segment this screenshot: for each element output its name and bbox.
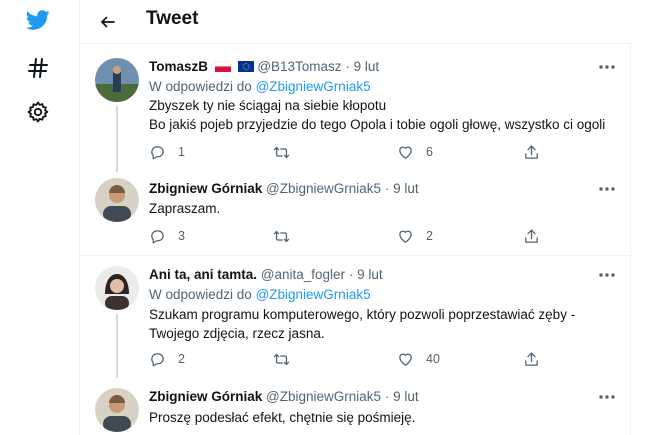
reply-icon (151, 229, 164, 244)
separator-dot: · (384, 389, 390, 404)
tweet-date[interactable]: 9 lut (357, 267, 383, 282)
reply-prefix: W odpowiedzi do (149, 79, 252, 94)
reply-button[interactable]: 1 (149, 142, 185, 162)
twitter-logo-icon[interactable] (22, 4, 54, 36)
reply-icon (151, 145, 164, 160)
author-handle[interactable]: @B13Tomasz (257, 59, 341, 74)
more-dots-icon (599, 273, 615, 277)
more-dots-icon (599, 395, 615, 399)
reply-context: W odpowiedzi do @ZbigniewGrniak5 (149, 286, 371, 304)
separator-dot: · (384, 181, 390, 196)
thread-line (116, 106, 118, 172)
tweet-text: Zapraszam. (149, 199, 619, 218)
tweet-date[interactable]: 9 lut (393, 181, 419, 196)
tweet-4[interactable]: Zbigniew Górniak @ZbigniewGrniak5 · 9 lu… (80, 378, 632, 435)
separator-dot: · (345, 59, 350, 74)
like-count: 2 (426, 229, 433, 243)
reply-count: 1 (178, 145, 185, 159)
eu-flag-icon (237, 61, 254, 72)
more-dots-icon (599, 65, 615, 69)
tweet-header: Ani ta, ani tamta. @anita_fogler · 9 lut (149, 266, 383, 284)
share-button[interactable] (523, 349, 540, 369)
tweet-text: Zbyszek ty nie ściągaj na siebie kłopotu… (149, 96, 619, 134)
heart-icon (399, 353, 412, 366)
avatar[interactable] (95, 58, 139, 102)
tweet-text-line: Zapraszam. (149, 201, 221, 216)
separator-dot: · (348, 267, 354, 282)
more-options-button[interactable] (596, 180, 618, 198)
author-name[interactable]: TomaszB (149, 59, 208, 74)
reply-count: 3 (178, 229, 185, 243)
tweet-text-line: Zbyszek ty nie ściągaj na siebie kłopotu (149, 98, 387, 113)
like-button[interactable]: 40 (397, 349, 440, 369)
thread-line (116, 314, 118, 378)
reply-button[interactable]: 2 (149, 349, 185, 369)
timeline-column: Tweet TomaszB @B13Tomasz · 9 lut W odpow… (79, 0, 632, 435)
tweet-text-line: Twojego zdjęcia, rzecz jasna. (149, 326, 325, 341)
left-navigation (0, 0, 78, 435)
author-handle[interactable]: @ZbigniewGrniak5 (266, 389, 381, 404)
author-name[interactable]: Zbigniew Górniak (149, 389, 262, 404)
more-options-button[interactable] (596, 388, 618, 406)
page-title: Tweet (146, 8, 199, 29)
tweet-date[interactable]: 9 lut (354, 59, 380, 74)
reply-count: 2 (178, 352, 185, 366)
tweet-actions: 3 2 (149, 226, 609, 246)
avatar[interactable] (95, 266, 139, 310)
like-count: 40 (426, 352, 440, 366)
tweet-date[interactable]: 9 lut (393, 389, 419, 404)
author-name[interactable]: Zbigniew Górniak (149, 181, 262, 196)
tweet-text-line: Bo jakiś pojeb przyjedzie do tego Opola … (149, 117, 606, 132)
reply-context: W odpowiedzi do @ZbigniewGrniak5 (149, 78, 371, 96)
tweet-actions: 1 6 (149, 142, 609, 162)
reply-mention-link[interactable]: @ZbigniewGrniak5 (256, 79, 371, 94)
tweet-header: Zbigniew Górniak @ZbigniewGrniak5 · 9 lu… (149, 180, 419, 198)
avatar[interactable] (95, 388, 139, 432)
gear-icon[interactable] (22, 96, 54, 128)
back-button[interactable] (92, 6, 124, 38)
reply-prefix: W odpowiedzi do (149, 287, 252, 302)
reply-mention-link[interactable]: @ZbigniewGrniak5 (256, 287, 371, 302)
tweet-text-line: Szukam programu komputerowego, który poz… (149, 307, 576, 322)
heart-icon (399, 230, 412, 243)
author-handle[interactable]: @ZbigniewGrniak5 (266, 181, 381, 196)
tweet-2[interactable]: Zbigniew Górniak @ZbigniewGrniak5 · 9 lu… (80, 172, 632, 256)
reply-button[interactable]: 3 (149, 226, 185, 246)
tweet-header: Zbigniew Górniak @ZbigniewGrniak5 · 9 lu… (149, 388, 419, 406)
tweet-actions: 2 40 (149, 349, 609, 369)
like-button[interactable]: 6 (397, 142, 433, 162)
retweet-button[interactable] (273, 142, 302, 162)
poland-flag-icon (214, 61, 231, 72)
share-icon (525, 228, 538, 243)
more-options-button[interactable] (596, 266, 618, 284)
like-button[interactable]: 2 (397, 226, 433, 246)
tweet-text-line: Proszę podesłać efekt, chętnie się pośmi… (149, 410, 416, 425)
page-header: Tweet (80, 0, 632, 44)
avatar[interactable] (95, 178, 139, 222)
more-options-button[interactable] (596, 58, 618, 76)
share-button[interactable] (523, 142, 540, 162)
author-name[interactable]: Ani ta, ani tamta. (149, 267, 257, 282)
retweet-icon (273, 146, 290, 158)
share-icon (525, 351, 538, 366)
share-icon (525, 144, 538, 159)
tweet-text: Proszę podesłać efekt, chętnie się pośmi… (149, 408, 619, 427)
more-dots-icon (599, 187, 615, 191)
like-count: 6 (426, 145, 433, 159)
retweet-icon (273, 230, 290, 242)
retweet-button[interactable] (273, 349, 302, 369)
author-handle[interactable]: @anita_fogler (261, 267, 345, 282)
reply-icon (151, 352, 164, 367)
tweet-header: TomaszB @B13Tomasz · 9 lut (149, 58, 379, 76)
retweet-icon (273, 353, 290, 365)
retweet-button[interactable] (273, 226, 302, 246)
share-button[interactable] (523, 226, 540, 246)
tweet-3[interactable]: Ani ta, ani tamta. @anita_fogler · 9 lut… (80, 256, 632, 378)
tweet-1[interactable]: TomaszB @B13Tomasz · 9 lut W odpowiedzi … (80, 44, 632, 172)
arrow-left-icon (101, 16, 115, 28)
hashtag-icon[interactable] (22, 52, 54, 84)
heart-icon (399, 146, 412, 159)
tweet-text: Szukam programu komputerowego, który poz… (149, 305, 619, 343)
